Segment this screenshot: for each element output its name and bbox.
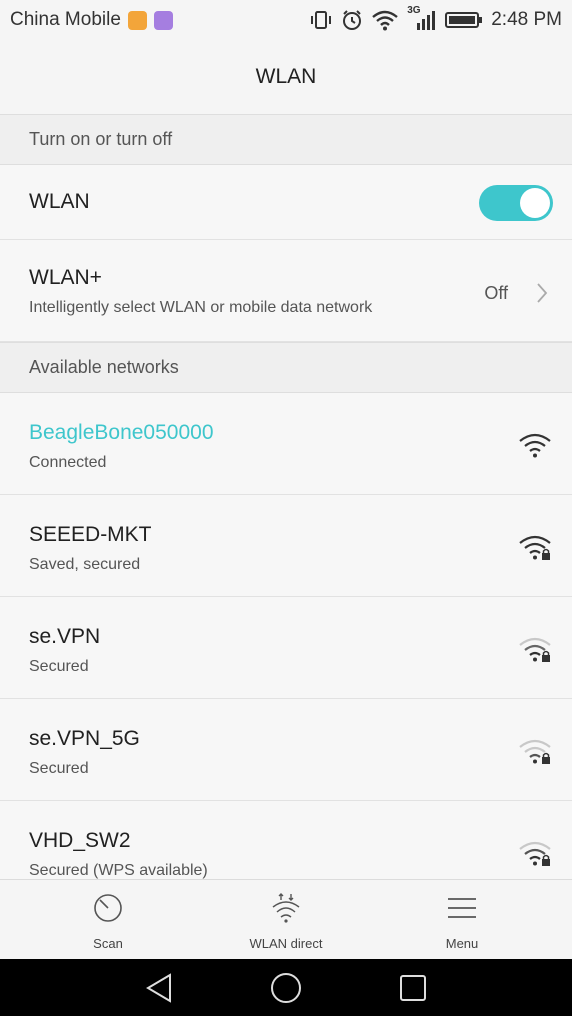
back-icon[interactable] xyxy=(142,971,176,1005)
network-status: Connected xyxy=(29,454,107,471)
recents-icon[interactable] xyxy=(396,971,430,1005)
scan-icon xyxy=(94,894,122,922)
status-bar: China Mobile 3G 2:48 PM xyxy=(0,0,572,40)
app-notification-icon xyxy=(127,10,147,30)
network-name: se.VPN xyxy=(29,625,101,648)
switch-knob xyxy=(520,188,550,218)
network-name: SEEED-MKT xyxy=(29,523,152,546)
menu-button[interactable]: Menu xyxy=(392,880,532,960)
network-status: Saved, secured xyxy=(29,556,141,573)
network-status: Secured xyxy=(29,658,89,675)
wlan-direct-icon xyxy=(272,893,300,923)
bottom-action-bar: Scan WLAN direct Menu xyxy=(0,879,572,959)
clock: 2:48 PM xyxy=(491,9,562,30)
battery-icon xyxy=(445,12,483,28)
wifi-signal-icon xyxy=(519,433,551,458)
system-nav-bar xyxy=(0,959,572,1016)
network-item[interactable]: se.VPN Secured xyxy=(0,597,572,699)
page-title: WLAN xyxy=(255,65,317,88)
section-header-toggle: Turn on or turn off xyxy=(0,114,572,165)
wifi-locked-icon xyxy=(519,535,551,560)
home-icon[interactable] xyxy=(269,971,303,1005)
wifi-locked-icon xyxy=(519,637,551,662)
wlan-switch[interactable] xyxy=(479,185,553,221)
network-item[interactable]: se.VPN_5G Secured xyxy=(0,699,572,801)
wifi-locked-icon xyxy=(519,841,551,866)
wlan-toggle-row[interactable]: WLAN xyxy=(0,165,572,240)
alarm-icon xyxy=(343,10,362,30)
carrier-name: China Mobile xyxy=(10,9,121,30)
wlan-direct-label: WLAN direct xyxy=(249,936,323,951)
gallery-notification-icon xyxy=(153,10,173,30)
menu-icon xyxy=(448,898,476,918)
wlan-direct-button[interactable]: WLAN direct xyxy=(216,880,356,960)
network-name: BeagleBone050000 xyxy=(29,421,214,444)
network-status: Secured xyxy=(29,760,89,777)
network-name: se.VPN_5G xyxy=(29,727,140,750)
wifi-status-icon xyxy=(372,10,399,31)
network-item[interactable]: VHD_SW2 Secured (WPS available) xyxy=(0,801,572,879)
network-name: VHD_SW2 xyxy=(29,829,131,852)
vibrate-icon xyxy=(311,11,332,29)
wlan-plus-value: Off xyxy=(484,283,508,303)
scan-button[interactable]: Scan xyxy=(38,880,178,960)
wifi-locked-icon xyxy=(519,739,551,764)
section-header-available: Available networks xyxy=(0,342,572,393)
menu-label: Menu xyxy=(445,936,479,951)
chevron-right-icon xyxy=(537,283,548,303)
network-item[interactable]: SEEED-MKT Saved, secured xyxy=(0,495,572,597)
signal-strength-icon xyxy=(417,11,436,30)
network-item[interactable]: BeagleBone050000 Connected xyxy=(0,393,572,495)
network-status: Secured (WPS available) xyxy=(29,862,208,879)
scan-label: Scan xyxy=(93,936,123,951)
wlan-plus-row[interactable]: WLAN+ Intelligently select WLAN or mobil… xyxy=(0,240,572,342)
signal-indicator: 3G xyxy=(407,5,437,31)
